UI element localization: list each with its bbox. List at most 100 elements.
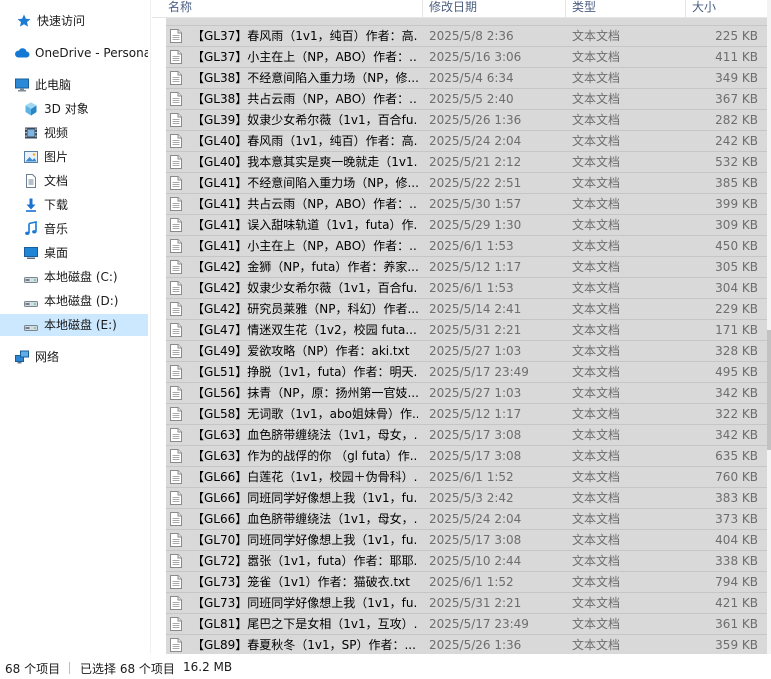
file-row[interactable]: 【GL63】作为的战俘的你 （gl futa）作... 2025/5/17 3:0… [166,446,767,467]
scrollbar-thumb[interactable] [767,330,771,450]
file-size: 760 KB [715,470,758,484]
file-size: 373 KB [715,512,758,526]
file-row[interactable]: 【GL73】笼雀（1v1）作者：猫破衣.txt 2025/6/1 1:52 文本文档… [166,572,767,593]
file-row[interactable]: 【GL39】奴隶少女希尔薇（1v1，百合fu... 2025/5/26 1:36 文… [166,110,767,131]
file-size: 242 KB [715,134,758,148]
text-file-icon [170,344,182,358]
nav-item[interactable]: 本地磁盘 (D:) [0,290,148,312]
file-name: 【GL42】金狮（NP，futa）作者：养家... [192,260,418,274]
file-type: 文本文档 [572,323,621,337]
nav-item[interactable]: 本地磁盘 (C:) [0,266,148,288]
nav-item[interactable]: 下载 [0,194,148,216]
column-divider[interactable] [422,0,423,17]
file-size: 404 KB [715,533,758,547]
nav-item[interactable]: 快速访问 [0,10,148,32]
file-row[interactable]: 【GL37】小主在上（NP，ABO）作者：... 2025/5/16 3:06 文本… [166,47,767,68]
column-name-header[interactable]: 名称 [168,0,192,17]
file-name: 【GL41】不经意间陷入重力场（NP，修... [192,176,418,190]
nav-item[interactable]: 本地磁盘 (E:) [0,314,148,336]
nav-item-label: 视频 [44,126,69,140]
file-type: 文本文档 [572,428,621,442]
file-row[interactable]: 【GL38】共占云雨（NP，ABO）作者：... 2025/5/5 2:40 文本文… [166,89,767,110]
file-type: 文本文档 [572,281,621,295]
nav-item-label: 网络 [35,350,60,364]
nav-item[interactable]: OneDrive - Persona [0,42,148,64]
file-row[interactable]: 【GL42】奴隶少女希尔薇（1v1，百合fu... 2025/6/1 1:53 文本… [166,278,767,299]
file-row[interactable]: 【GL81】尾巴之下是女相（1v1，互攻）... 2025/5/17 23:49 文… [166,614,767,635]
file-row[interactable]: 【GL38】不经意间陷入重力场（NP，修... 2025/5/4 6:34 文本文档… [166,68,767,89]
file-row[interactable]: 【GL41】不经意间陷入重力场（NP，修... 2025/5/22 2:51 文本文… [166,173,767,194]
file-row[interactable]: 【GL51】挣脱（1v1，futa）作者：明天... 2025/5/17 23:4… [166,362,767,383]
file-row[interactable]: 【GL40】我本意其实是爽一晚就走（1v1... 2025/5/21 2:12 文本… [166,152,767,173]
file-name: 【GL42】奴隶少女希尔薇（1v1，百合fu... [192,281,418,295]
file-name: 【GL66】血色脐带缠绕法（1v1，母女，... [192,512,418,526]
file-row[interactable]: 【GL42】研究员莱雅（NP，科幻）作者... 2025/5/14 2:41 文本文… [166,299,767,320]
file-row[interactable]: 【GL41】共占云雨（NP，ABO）作者：... 2025/5/30 1:57 文本… [166,194,767,215]
file-type: 文本文档 [572,50,621,64]
nav-item[interactable]: 文档 [0,170,148,192]
file-type: 文本文档 [572,197,621,211]
file-row[interactable]: 【GL37】春风雨（1v1，纯百）作者：高... 2025/5/8 2:36 文本文… [166,26,767,47]
file-row[interactable]: 【GL70】同班同学好像想上我（1v1，fu... 2025/5/17 3:08 文… [166,530,767,551]
nav-item[interactable]: 音乐 [0,218,148,240]
file-date: 2025/5/4 6:34 [429,71,514,85]
nav-item[interactable]: 视频 [0,122,148,144]
file-row[interactable]: 【GL49】爱欲攻略（NP）作者：aki.txt 2025/5/27 1:03 文本… [166,341,767,362]
nav-item[interactable]: 此电脑 [0,74,148,96]
file-type: 文本文档 [572,113,621,127]
file-row[interactable]: 【GL47】情迷双生花（1v2，校园 futa... 2025/5/31 2:21… [166,320,767,341]
file-date: 2025/5/10 2:44 [429,554,522,568]
nav-item[interactable]: 3D 对象 [0,98,148,120]
text-file-icon [170,386,182,400]
file-row[interactable]: 【GL58】无词歌（1v1，abo姐妹骨）作... 2025/5/12 1:17 文… [166,404,767,425]
file-row[interactable]: 【GL66】白莲花（1v1，校园＋伪骨科）... 2025/6/1 1:52 文本文… [166,467,767,488]
file-row[interactable]: 【GL56】抹青（NP，原：扬州第一官妓... 2025/5/27 1:03 文本文… [166,383,767,404]
file-size: 282 KB [715,113,758,127]
file-row[interactable]: 【GL41】误入甜味轨道（1v1，futa）作... 2025/5/29 1:30… [166,215,767,236]
file-size: 342 KB [715,428,758,442]
file-type: 文本文档 [572,512,621,526]
file-list[interactable]: 【GL37】春风雨（1v1，纯百）作者：高... 2025/5/8 2:36 文本文… [152,0,771,654]
text-file-icon [170,491,182,505]
vertical-scrollbar[interactable] [767,0,771,654]
file-size: 225 KB [715,29,758,43]
file-date: 2025/5/3 2:42 [429,491,514,505]
text-file-icon [170,260,182,274]
file-row[interactable]: 【GL72】嚣张（1v1，futa）作者：耶耶... 2025/5/10 2:44… [166,551,767,572]
text-file-icon [170,197,182,211]
file-size: 328 KB [715,344,758,358]
file-row[interactable]: 【GL40】春风雨（1v1，纯百）作者：高... 2025/5/24 2:04 文本… [166,131,767,152]
column-date-header[interactable]: 修改日期 [429,0,477,17]
file-type: 文本文档 [572,449,621,463]
nav-item[interactable]: 网络 [0,346,148,368]
nav-item-label: 图片 [44,150,69,164]
column-divider[interactable] [685,0,686,17]
file-size: 304 KB [715,281,758,295]
file-size: 229 KB [715,302,758,316]
file-name: 【GL63】血色脐带缠绕法（1v1，母女，... [192,428,418,442]
column-divider[interactable] [565,0,566,17]
file-row[interactable]: 【GL66】同班同学好像想上我（1v1，fu... 2025/5/3 2:42 文本… [166,488,767,509]
column-type-header[interactable]: 类型 [572,0,596,17]
file-row[interactable]: 【GL42】金狮（NP，futa）作者：养家... 2025/5/12 1:17 文… [166,257,767,278]
file-row[interactable]: 【GL89】春夏秋冬（1v1，SP）作者：... 2025/5/26 1:36 文本… [166,635,767,654]
nav-item-label: 快速访问 [37,14,86,28]
video-icon [23,125,39,141]
pane-splitter[interactable] [150,0,151,654]
nav-item[interactable]: 图片 [0,146,148,168]
column-size-header[interactable]: 大小 [692,0,716,17]
file-row[interactable]: 【GL73】同班同学好像想上我（1v1，fu... 2025/5/31 2:21 文… [166,593,767,614]
nav-item-label: 本地磁盘 (E:) [44,318,117,332]
drive-icon [23,293,39,309]
file-row[interactable]: 【GL66】血色脐带缠绕法（1v1，母女，... 2025/5/24 2:04 文本… [166,509,767,530]
drive-icon [23,269,39,285]
nav-item[interactable]: 桌面 [0,242,148,264]
file-date: 2025/5/12 1:17 [429,260,522,274]
file-row[interactable]: 【GL63】血色脐带缠绕法（1v1，母女，... 2025/5/17 3:08 文本… [166,425,767,446]
file-date: 2025/5/17 3:08 [429,533,522,547]
nav-item-label: 文档 [44,174,69,188]
selected-count: 已选择 68 个项目 [80,662,175,676]
file-type: 文本文档 [572,491,621,505]
file-row[interactable]: 【GL41】小主在上（NP，ABO）作者：... 2025/6/1 1:53 文本文… [166,236,767,257]
file-type: 文本文档 [572,386,621,400]
